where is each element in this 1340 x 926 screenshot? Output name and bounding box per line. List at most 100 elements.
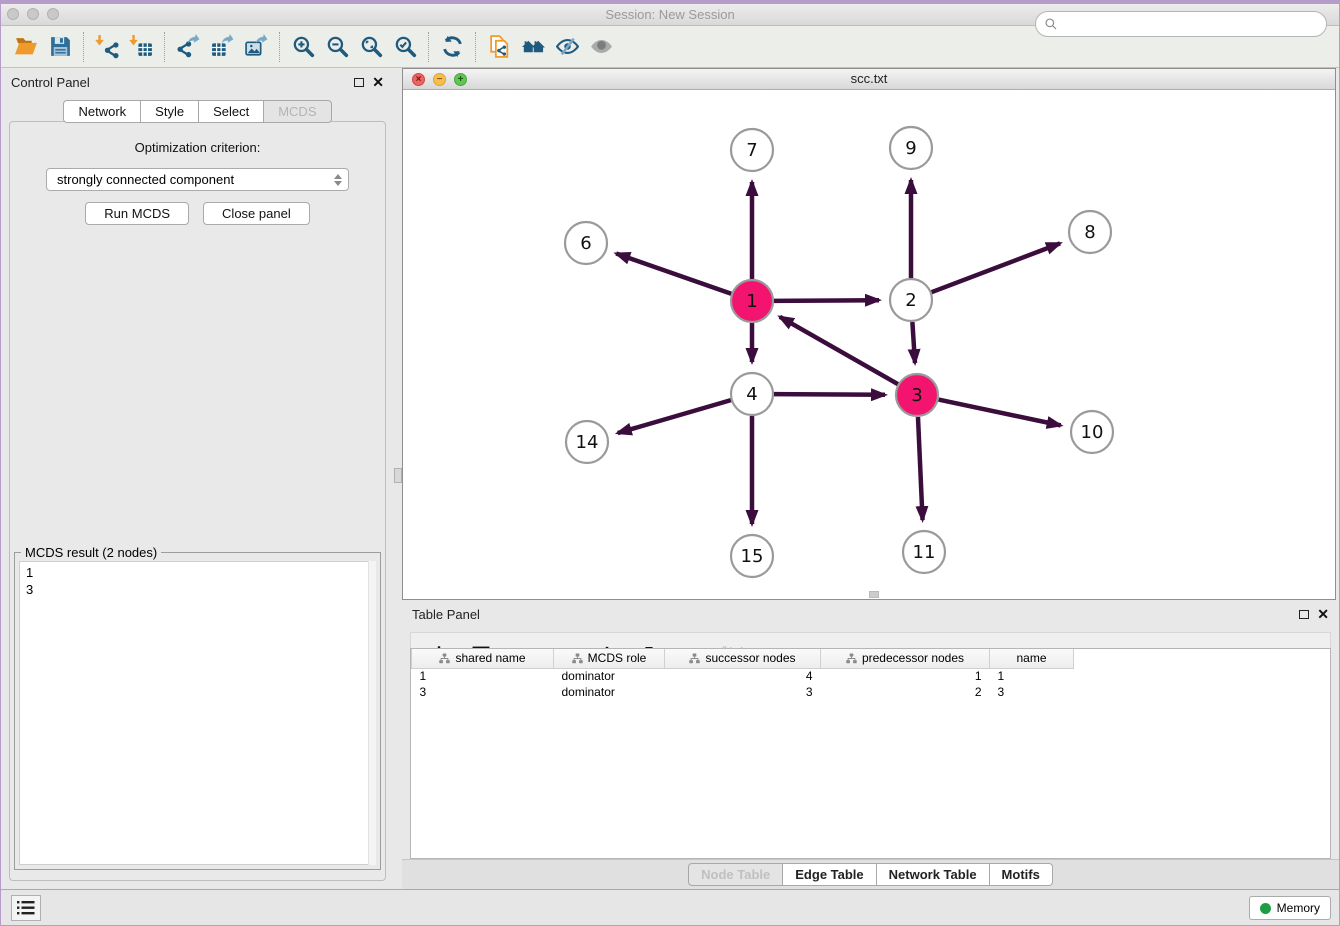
export-network-button[interactable] <box>171 31 205 63</box>
edge-4-3[interactable] <box>774 394 885 395</box>
svg-text:4: 4 <box>746 384 757 405</box>
network-close-button[interactable]: × <box>412 73 425 86</box>
control-panel: Control Panel ✕ NetworkStyleSelectMCDS O… <box>1 68 394 889</box>
close-table-panel-icon[interactable]: ✕ <box>1317 609 1329 619</box>
tab-style[interactable]: Style <box>141 100 199 123</box>
memory-button[interactable]: Memory <box>1249 896 1331 920</box>
column-header-4[interactable]: name <box>990 649 1074 668</box>
node-2[interactable]: 2 <box>890 279 932 321</box>
cell-r1c3[interactable]: 2 <box>821 684 990 700</box>
mcds-result-list[interactable]: 1 3 <box>19 561 376 865</box>
edge-1-2[interactable] <box>774 300 879 301</box>
network-window-titlebar[interactable]: × − + scc.txt <box>403 69 1335 90</box>
cell-r0c1[interactable]: dominator <box>554 668 665 684</box>
search-input[interactable] <box>1058 14 1326 34</box>
cell-r1c0[interactable]: 3 <box>412 684 554 700</box>
panel-splitter[interactable] <box>394 68 402 889</box>
table-row[interactable]: 1dominator411 <box>412 668 1074 684</box>
import-network-button[interactable] <box>90 31 124 63</box>
node-11[interactable]: 11 <box>903 531 945 573</box>
table-panel-title: Table Panel <box>412 607 1299 622</box>
tab-network-table[interactable]: Network Table <box>877 863 990 886</box>
search-box[interactable] <box>1035 11 1327 37</box>
node-8[interactable]: 8 <box>1069 211 1111 253</box>
node-6[interactable]: 6 <box>565 222 607 264</box>
cell-r1c4[interactable]: 3 <box>990 684 1074 700</box>
edge-3-11[interactable] <box>918 417 923 520</box>
show-hide-button[interactable] <box>550 31 584 63</box>
node-15[interactable]: 15 <box>731 535 773 577</box>
tab-network[interactable]: Network <box>63 100 141 123</box>
node-9[interactable]: 9 <box>890 127 932 169</box>
task-history-button[interactable] <box>11 895 41 921</box>
save-button[interactable] <box>43 31 77 63</box>
run-mcds-button[interactable]: Run MCDS <box>85 202 189 225</box>
export-image-button[interactable] <box>239 31 273 63</box>
zoom-out-button[interactable] <box>320 31 354 63</box>
node-10[interactable]: 10 <box>1071 411 1113 453</box>
refresh-button[interactable] <box>435 31 469 63</box>
network-zoom-button[interactable]: + <box>454 73 467 86</box>
cell-r0c2[interactable]: 4 <box>665 668 821 684</box>
column-header-3[interactable]: predecessor nodes <box>821 649 990 668</box>
maximize-window-button[interactable] <box>47 8 59 20</box>
column-header-0[interactable]: shared name <box>412 649 554 668</box>
cell-r0c4[interactable]: 1 <box>990 668 1074 684</box>
svg-text:1: 1 <box>746 291 757 312</box>
export-table-button[interactable] <box>205 31 239 63</box>
network-minimize-button[interactable]: − <box>433 73 446 86</box>
zoom-fit-button[interactable] <box>354 31 388 63</box>
network-graph[interactable]: 7 9 6 8 1 2 4 3 14 10 15 11 <box>403 90 1335 600</box>
toolbar-separator <box>83 32 84 62</box>
node-1[interactable]: 1 <box>731 280 773 322</box>
cell-r0c0[interactable]: 1 <box>412 668 554 684</box>
cell-r1c2[interactable]: 3 <box>665 684 821 700</box>
close-panel-button[interactable]: Close panel <box>203 202 310 225</box>
edge-3-10[interactable] <box>939 400 1061 426</box>
edge-2-8[interactable] <box>932 243 1061 292</box>
result-scrollbar[interactable] <box>368 561 376 865</box>
mcds-result-box: MCDS result (2 nodes) 1 3 <box>14 552 381 870</box>
edge-4-14[interactable] <box>618 400 731 433</box>
eye-disabled-button[interactable] <box>584 31 618 63</box>
float-panel-icon[interactable] <box>354 78 364 87</box>
canvas-resize-handle[interactable] <box>869 591 879 598</box>
network-view-window: × − + scc.txt 7 9 6 8 1 2 4 3 14 10 15 11 <box>402 68 1336 600</box>
duplicate-network-icon <box>487 34 512 59</box>
tab-edge-table[interactable]: Edge Table <box>783 863 876 886</box>
dropdown-value: strongly connected component <box>57 172 334 187</box>
column-header-2[interactable]: successor nodes <box>665 649 821 668</box>
column-header-1[interactable]: MCDS role <box>554 649 665 668</box>
table-row[interactable]: 3dominator323 <box>412 684 1074 700</box>
node-table-grid[interactable]: shared nameMCDS rolesuccessor nodesprede… <box>411 649 1074 700</box>
open-button[interactable] <box>9 31 43 63</box>
optimization-criterion-dropdown[interactable]: strongly connected component <box>46 168 349 191</box>
tab-mcds[interactable]: MCDS <box>264 100 331 123</box>
zoom-out-icon <box>325 34 350 59</box>
cell-r0c3[interactable]: 1 <box>821 668 990 684</box>
edge-3-1[interactable] <box>780 317 898 384</box>
node-14[interactable]: 14 <box>566 421 608 463</box>
tab-select[interactable]: Select <box>199 100 264 123</box>
splitter-handle[interactable] <box>394 468 402 483</box>
minimize-window-button[interactable] <box>27 8 39 20</box>
close-window-button[interactable] <box>7 8 19 20</box>
node-4[interactable]: 4 <box>731 373 773 415</box>
node-7[interactable]: 7 <box>731 129 773 171</box>
float-table-panel-icon[interactable] <box>1299 610 1309 619</box>
close-panel-icon[interactable]: ✕ <box>372 77 384 87</box>
zoom-in-button[interactable] <box>286 31 320 63</box>
edge-2-3[interactable] <box>912 322 915 363</box>
zoom-selected-button[interactable] <box>388 31 422 63</box>
node-3[interactable]: 3 <box>896 374 938 416</box>
svg-text:2: 2 <box>905 290 916 311</box>
import-table-button[interactable] <box>124 31 158 63</box>
search-icon <box>1044 17 1058 31</box>
duplicate-network-button[interactable] <box>482 31 516 63</box>
home-button[interactable] <box>516 31 550 63</box>
tab-node-table[interactable]: Node Table <box>688 863 783 886</box>
edge-1-6[interactable] <box>616 254 731 294</box>
tab-motifs[interactable]: Motifs <box>990 863 1053 886</box>
cell-r1c1[interactable]: dominator <box>554 684 665 700</box>
network-canvas[interactable]: 7 9 6 8 1 2 4 3 14 10 15 11 <box>403 90 1335 599</box>
